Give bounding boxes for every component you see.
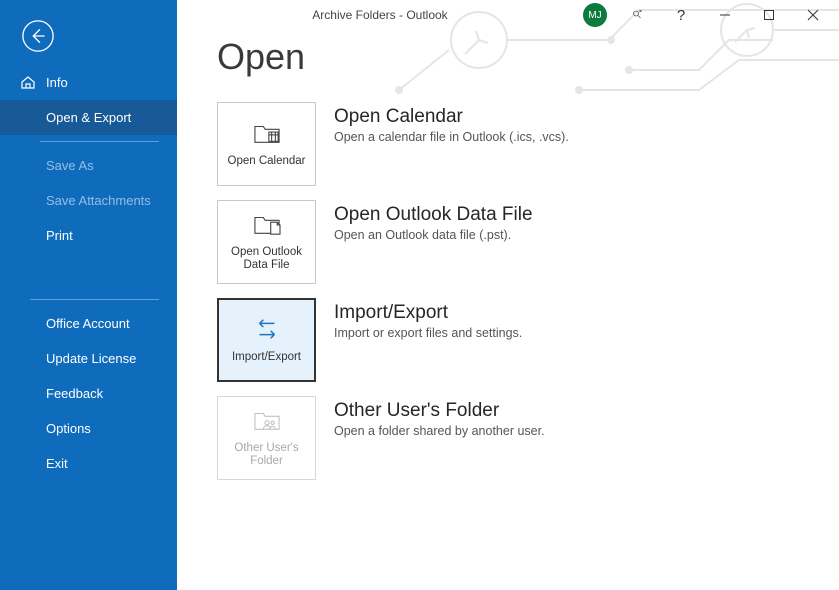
close-button[interactable] (791, 1, 835, 29)
nav-office-account[interactable]: Office Account (0, 306, 177, 341)
separator (40, 141, 159, 142)
open-outlook-data-file-button[interactable]: Open Outlook Data File (217, 200, 316, 284)
tile-label: Import/Export (232, 351, 301, 365)
nav-label: Office Account (46, 316, 130, 331)
coming-soon-icon[interactable] (615, 1, 659, 29)
separator (30, 299, 159, 300)
nav-options[interactable]: Options (0, 411, 177, 446)
nav-save-attachments: Save Attachments (0, 183, 177, 218)
backstage-sidebar: Info Open & Export Save As Save Attachme… (0, 0, 177, 590)
nav-label: Save As (46, 158, 94, 173)
tile-row-import-export: Import/Export Import/Export Import or ex… (217, 298, 799, 382)
back-button[interactable] (20, 18, 56, 54)
nav-label: Print (46, 228, 73, 243)
maximize-button[interactable] (747, 1, 791, 29)
page-title: Open (217, 36, 799, 78)
nav-label: Open & Export (46, 110, 131, 125)
tile-row-open-calendar: Open Calendar Open Calendar Open a calen… (217, 102, 799, 186)
nav-label: Exit (46, 456, 68, 471)
nav-label: Feedback (46, 386, 103, 401)
help-button[interactable]: ? (659, 1, 703, 29)
user-avatar[interactable]: MJ (583, 3, 607, 27)
nav-save-as: Save As (0, 148, 177, 183)
tile-title: Import/Export (334, 302, 522, 324)
import-export-icon (252, 316, 282, 347)
tile-label: Open Calendar (228, 155, 306, 169)
folder-file-icon (252, 211, 282, 242)
nav-label: Info (46, 75, 68, 90)
nav-feedback[interactable]: Feedback (0, 376, 177, 411)
calendar-folder-icon (252, 120, 282, 151)
window-title: Archive Folders - Outlook (177, 8, 583, 22)
tile-title: Open Calendar (334, 106, 569, 128)
tile-description: Open an Outlook data file (.pst). (334, 228, 533, 242)
tile-description: Open a calendar file in Outlook (.ics, .… (334, 130, 569, 144)
tile-label: Open Outlook Data File (222, 246, 311, 274)
nav-label: Options (46, 421, 91, 436)
nav-info[interactable]: Info (0, 64, 177, 100)
import-export-button[interactable]: Import/Export (217, 298, 316, 382)
tile-title: Open Outlook Data File (334, 204, 533, 226)
nav-label: Save Attachments (46, 193, 151, 208)
tile-label: Other User's Folder (222, 442, 311, 470)
nav-print[interactable]: Print (0, 218, 177, 253)
folder-user-icon (252, 407, 282, 438)
nav-exit[interactable]: Exit (0, 446, 177, 481)
open-calendar-button[interactable]: Open Calendar (217, 102, 316, 186)
nav-open-export[interactable]: Open & Export (0, 100, 177, 135)
tile-description: Import or export files and settings. (334, 326, 522, 340)
nav-label: Update License (46, 351, 136, 366)
title-bar: Archive Folders - Outlook MJ ? (177, 0, 839, 30)
other-users-folder-button: Other User's Folder (217, 396, 316, 480)
tile-row-open-data-file: Open Outlook Data File Open Outlook Data… (217, 200, 799, 284)
home-icon (20, 74, 36, 90)
main-content: Open Open Calendar Open Calendar Open a … (177, 0, 839, 590)
tile-description: Open a folder shared by another user. (334, 424, 545, 438)
minimize-button[interactable] (703, 1, 747, 29)
nav-update-license[interactable]: Update License (0, 341, 177, 376)
tile-row-other-user-folder: Other User's Folder Other User's Folder … (217, 396, 799, 480)
tile-title: Other User's Folder (334, 400, 545, 422)
